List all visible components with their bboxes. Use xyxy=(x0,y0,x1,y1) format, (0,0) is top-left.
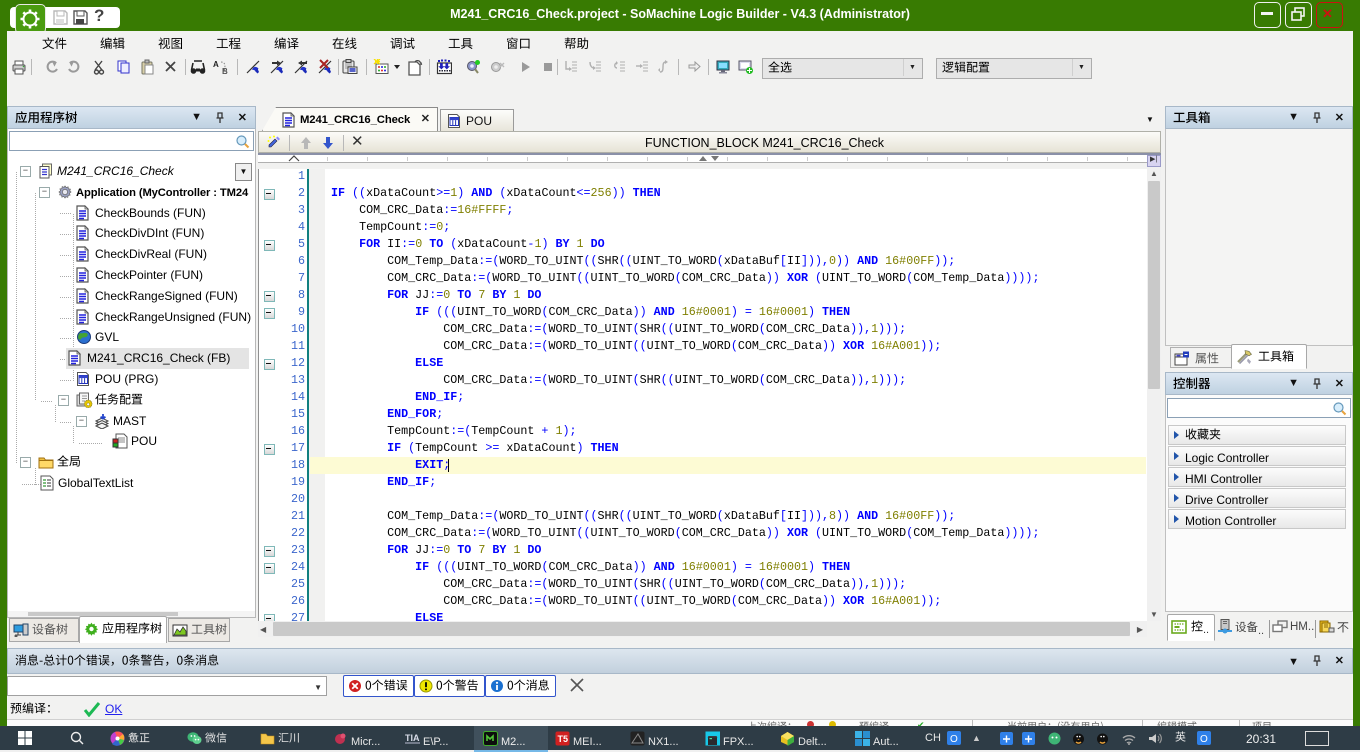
svg-text:A: A xyxy=(213,60,219,69)
svg-text:O: O xyxy=(1200,734,1208,745)
svg-text:O: O xyxy=(950,734,958,745)
svg-text:T5: T5 xyxy=(558,734,569,744)
svg-text:TIA: TIA xyxy=(405,733,420,743)
svg-text:B: B xyxy=(222,67,228,75)
